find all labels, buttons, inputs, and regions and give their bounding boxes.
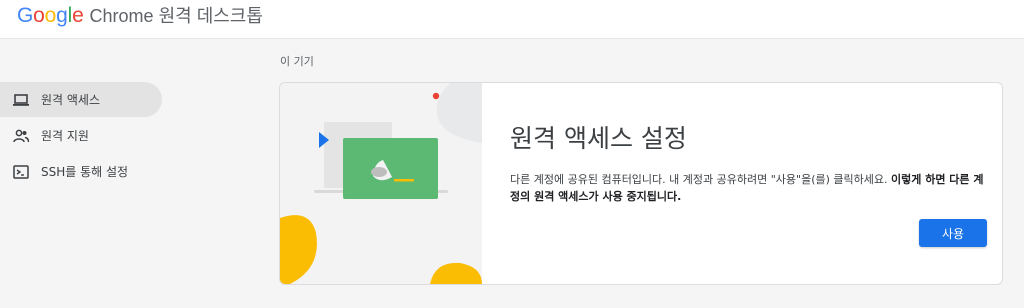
- brand[interactable]: Google Chrome 원격 데스크톱: [17, 2, 263, 28]
- sidebar-item-remote-access[interactable]: 원격 액세스: [0, 82, 162, 117]
- terminal-icon: [12, 163, 30, 181]
- google-logo: Google: [17, 4, 84, 28]
- logo-letter: g: [56, 4, 68, 27]
- sidebar-item-ssh[interactable]: SSH를 통해 설정: [0, 154, 165, 189]
- logo-letter: e: [72, 4, 84, 27]
- laptop-icon: [12, 91, 30, 109]
- product-name: Chrome 원격 데스크톱: [89, 6, 263, 26]
- sidebar-nav: 원격 액세스 원격 지원 SSH를 통해 설정: [0, 82, 165, 190]
- logo-letter: o: [33, 4, 45, 27]
- remote-access-setup-card: 원격 액세스 설정 다른 계정에 공유된 컴퓨터입니다. 내 계정과 공유하려면…: [279, 82, 1003, 285]
- logo-letter: o: [44, 4, 57, 27]
- app-header: Google Chrome 원격 데스크톱: [0, 0, 1024, 39]
- logo-letter: G: [17, 4, 34, 27]
- sidebar-item-label: 원격 지원: [41, 129, 89, 143]
- sidebar-item-label: SSH를 통해 설정: [41, 165, 129, 179]
- card-title: 원격 액세스 설정: [510, 124, 687, 153]
- enable-button[interactable]: 사용: [919, 219, 987, 247]
- description-text: 다른 계정에 공유된 컴퓨터입니다. 내 계정과 공유하려면 "사용"을(를) …: [510, 173, 892, 186]
- sidebar-item-label: 원격 액세스: [41, 93, 101, 107]
- section-label-this-device: 이 기기: [280, 55, 314, 68]
- card-description: 다른 계정에 공유된 컴퓨터입니다. 내 계정과 공유하려면 "사용"을(를) …: [510, 171, 992, 205]
- people-icon: [12, 127, 30, 145]
- sidebar-item-remote-support[interactable]: 원격 지원: [0, 118, 165, 153]
- card-content: 원격 액세스 설정 다른 계정에 공유된 컴퓨터입니다. 내 계정과 공유하려면…: [482, 83, 1002, 284]
- setup-illustration: [280, 83, 482, 284]
